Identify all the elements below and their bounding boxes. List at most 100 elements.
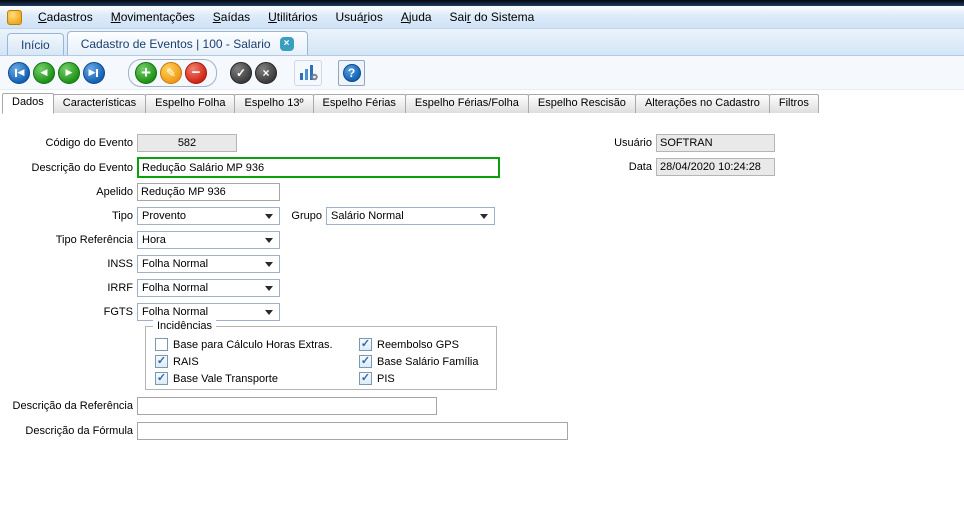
menu-item-utilitarios[interactable]: Utilitários <box>259 7 326 27</box>
menu-items: Cadastros Movimentações Saídas Utilitários U… <box>29 7 543 27</box>
add-button[interactable]: + <box>135 61 157 84</box>
incidencias-column-1: Base para Cálculo Horas Extras. ✓ RAIS ✓ Bas… <box>155 338 333 389</box>
descricao-referencia-value[interactable] <box>138 398 436 414</box>
incidencias-column-2: ✓ Reembolso GPS ✓ Base Salário Família ✓ PIS <box>359 338 479 389</box>
grupo-value: Salário Normal <box>331 210 404 222</box>
incidencia-row: ✓ RAIS <box>155 355 333 368</box>
tab-close-icon[interactable]: × <box>279 36 294 51</box>
checkbox-checked-icon[interactable]: ✓ <box>155 355 168 368</box>
nav-first-button[interactable]: ◀ <box>8 61 30 84</box>
fgts-select[interactable]: Folha Normal <box>137 303 280 321</box>
nav-prev-button[interactable]: ◀ <box>33 61 55 84</box>
data-field <box>656 158 775 176</box>
irrf-label: IRRF <box>107 282 133 294</box>
descricao-formula-value[interactable] <box>138 423 567 439</box>
fgts-label: FGTS <box>103 306 133 318</box>
descricao-formula-field[interactable] <box>137 422 568 440</box>
codigo-evento-label: Código do Evento <box>45 137 133 149</box>
checkbox-checked-icon[interactable]: ✓ <box>359 355 372 368</box>
data-label: Data <box>628 161 652 173</box>
chevron-down-icon <box>265 285 273 291</box>
tab-inicio[interactable]: Início <box>7 33 64 55</box>
help-icon: ? <box>342 63 361 82</box>
codigo-evento-field <box>137 134 237 152</box>
checkbox-label: Reembolso GPS <box>377 338 459 351</box>
delete-button[interactable]: − <box>185 61 207 84</box>
delete-icon: − <box>191 64 201 81</box>
incidencias-groupbox: Incidências Base para Cálculo Horas Extr… <box>145 320 497 390</box>
checkbox-unchecked-icon[interactable] <box>155 338 168 351</box>
page-tab-dados[interactable]: Dados <box>2 93 54 114</box>
apelido-field[interactable] <box>137 183 280 201</box>
checkbox-checked-icon[interactable]: ✓ <box>359 372 372 385</box>
checkbox-checked-icon[interactable]: ✓ <box>155 372 168 385</box>
confirm-button[interactable]: ✓ <box>230 61 252 84</box>
menu-item-cadastros[interactable]: Cadastros <box>29 7 102 27</box>
page-tab-espelho-ferias[interactable]: Espelho Férias <box>312 94 406 113</box>
nav-last-button[interactable]: ▶ <box>83 61 105 84</box>
descricao-evento-value[interactable] <box>139 159 498 176</box>
page-tab-caracteristicas[interactable]: Características <box>52 94 147 113</box>
nav-next-button[interactable]: ▶ <box>58 61 80 84</box>
irrf-value: Folha Normal <box>142 282 209 294</box>
tipo-value: Provento <box>142 210 187 222</box>
inss-label: INSS <box>107 258 133 270</box>
page-tab-espelho-ferias-folha[interactable]: Espelho Férias/Folha <box>404 94 529 113</box>
descricao-referencia-label: Descrição da Referência <box>12 400 133 412</box>
app-icon[interactable] <box>7 9 22 25</box>
chart-icon <box>299 65 318 81</box>
page-tab-espelho-13[interactable]: Espelho 13º <box>234 94 314 113</box>
apelido-value[interactable] <box>138 184 279 200</box>
inss-select[interactable]: Folha Normal <box>137 255 280 273</box>
usuario-field <box>656 134 775 152</box>
tipo-referencia-label: Tipo Referência <box>55 234 133 246</box>
grupo-select[interactable]: Salário Normal <box>326 207 495 225</box>
chevron-down-icon <box>480 213 488 219</box>
menu-item-movimentacoes[interactable]: Movimentações <box>102 7 204 27</box>
tipo-referencia-value: Hora <box>142 234 166 246</box>
checkbox-label: RAIS <box>173 355 199 368</box>
menu-item-usuarios[interactable]: Usuários <box>326 7 391 27</box>
descricao-referencia-field[interactable] <box>137 397 437 415</box>
inss-value: Folha Normal <box>142 258 209 270</box>
nav-button-group: ◀ ◀ ▶ ▶ <box>8 61 108 84</box>
checkbox-checked-icon[interactable]: ✓ <box>359 338 372 351</box>
checkbox-label: Base Salário Família <box>377 355 479 368</box>
menu-item-saidas[interactable]: Saídas <box>204 7 259 27</box>
cancel-icon: × <box>262 65 270 80</box>
confirm-button-group: ✓ × <box>230 61 280 84</box>
page-tab-alteracoes-no-cadastro[interactable]: Alterações no Cadastro <box>634 94 770 113</box>
page-tab-espelho-rescisao[interactable]: Espelho Rescisão <box>527 94 636 113</box>
incidencia-row: ✓ Reembolso GPS <box>359 338 479 351</box>
page-tab-espelho-folha[interactable]: Espelho Folha <box>145 94 236 113</box>
help-glyph: ? <box>347 65 356 80</box>
document-tab-bar: Início Cadastro de Eventos | 100 - Salar… <box>0 29 964 56</box>
tipo-select[interactable]: Provento <box>137 207 280 225</box>
app-window: Cadastros Movimentações Saídas Utilitários U… <box>0 0 964 514</box>
incidencia-row: ✓ PIS <box>359 372 479 385</box>
edit-button[interactable]: ✎ <box>160 61 182 84</box>
confirm-icon: ✓ <box>235 65 247 80</box>
toolbar: ◀ ◀ ▶ ▶ + ✎ − ✓ × ? <box>0 56 964 90</box>
checkbox-label: PIS <box>377 372 395 385</box>
chevron-down-icon <box>265 213 273 219</box>
menu-item-sair-do-sistema[interactable]: Sair do Sistema <box>441 7 544 27</box>
tipo-referencia-select[interactable]: Hora <box>137 231 280 249</box>
nav-next-icon: ▶ <box>65 67 73 77</box>
descricao-evento-field[interactable] <box>137 157 500 178</box>
descricao-formula-label: Descrição da Fórmula <box>25 425 133 437</box>
usuario-label: Usuário <box>614 137 652 149</box>
page-tab-filtros[interactable]: Filtros <box>768 94 819 113</box>
cancel-button[interactable]: × <box>255 61 277 84</box>
menu-item-ajuda[interactable]: Ajuda <box>392 7 441 27</box>
add-icon: + <box>141 63 151 82</box>
tab-cadastro-eventos-label: Cadastro de Eventos | 100 - Salario <box>80 36 271 51</box>
usuario-value <box>657 135 774 151</box>
checkbox-label: Base Vale Transporte <box>173 372 278 385</box>
help-button[interactable]: ? <box>338 59 365 86</box>
irrf-select[interactable]: Folha Normal <box>137 279 280 297</box>
tab-cadastro-eventos[interactable]: Cadastro de Eventos | 100 - Salario × <box>66 31 308 55</box>
chart-button[interactable] <box>294 59 322 86</box>
nav-last-icon: ▶ <box>88 67 96 77</box>
descricao-evento-label: Descrição do Evento <box>31 162 134 174</box>
